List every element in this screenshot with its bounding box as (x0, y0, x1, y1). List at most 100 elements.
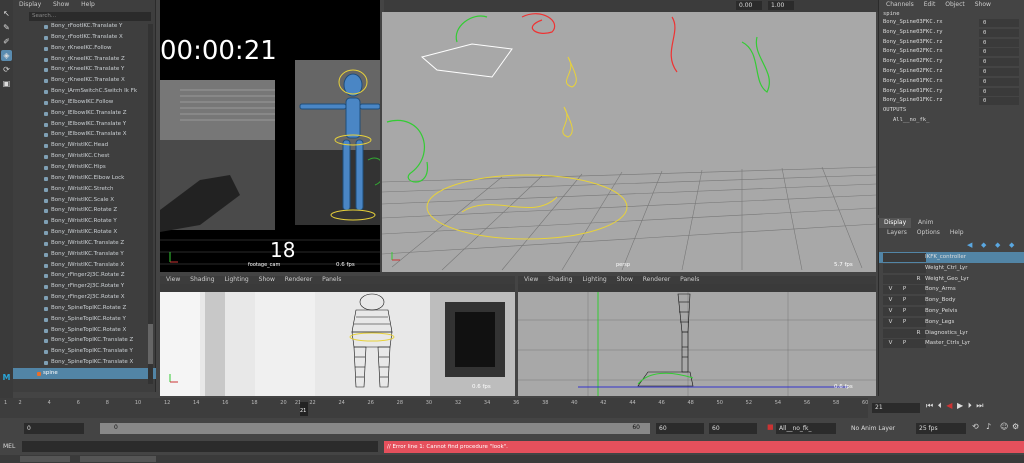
channel-row[interactable]: Bony_Spine02FKC.ry 0 (879, 57, 1024, 67)
outliner-item[interactable]: Bony_lElbowIKC.Translate Z (13, 108, 156, 119)
move-layer-up-icon[interactable]: ◀ (967, 241, 972, 249)
layer-row[interactable]: V P Master_Ctrls_Lyr (879, 338, 1024, 349)
character-icon[interactable]: ☺ (1000, 422, 1008, 431)
outliner-item[interactable]: Bony_SpineTopIKC.Translate Y (13, 346, 156, 357)
layer-p-toggle[interactable] (897, 263, 912, 273)
layer-menu-help[interactable]: Help (950, 229, 964, 236)
channel-value[interactable]: 0 (979, 48, 1019, 57)
outliner-item[interactable]: Bony_lWristIKC.Translate X (13, 260, 156, 271)
channel-value[interactable]: 0 (979, 58, 1019, 67)
channel-row[interactable]: Bony_Spine03FKC.rz 0 (879, 38, 1024, 48)
anim-layer-dropdown[interactable]: No Anim Layer (848, 423, 908, 434)
side-menu-shading[interactable]: Shading (548, 276, 572, 283)
range-slider[interactable]: 0 60 (100, 423, 650, 434)
layer-r-toggle[interactable] (911, 285, 926, 295)
layer-p-toggle[interactable]: P (897, 306, 912, 316)
lasso-tool-icon[interactable]: ✎ (1, 22, 12, 33)
layer-row[interactable]: V P Bony_Legs (879, 317, 1024, 328)
channel-row[interactable]: Bony_Spine03FKC.rx 0 (879, 18, 1024, 28)
layer-v-toggle[interactable]: V (883, 296, 898, 306)
character-set-dropdown[interactable]: All__no_fk_ (776, 423, 836, 434)
go-to-end-icon[interactable]: ⏭ (976, 401, 984, 410)
mel-label[interactable]: MEL (3, 443, 15, 450)
outliner-item[interactable]: Bony_rKneeIKC.Translate Y (13, 64, 156, 75)
outliner-item[interactable]: Bony_SpineTopIKC.Translate X (13, 357, 156, 368)
channel-row[interactable]: Bony_Spine01FKC.rx 0 (879, 77, 1024, 87)
layer-r-toggle[interactable]: R (911, 328, 926, 338)
time-slider[interactable]: 1 2 4 6 8 10 12 14 16 18 20 21 22 24 26 28 30 32 34 36 38 40 4… (0, 398, 868, 418)
taskbar-item[interactable] (20, 456, 70, 462)
outliner-item[interactable]: Bony_rFootIKC.Translate Y (13, 21, 156, 32)
outliner-item[interactable]: Bony_lElbowIKC.Translate X (13, 129, 156, 140)
outliner-item[interactable]: Bony_lWristIKC.Translate Y (13, 249, 156, 260)
exposure-field[interactable]: 0.00 (736, 1, 762, 10)
channel-value[interactable]: 0 (979, 97, 1019, 106)
layer-p-toggle[interactable]: P (897, 296, 912, 306)
outliner-item[interactable]: Bony_lWristIKC.Rotate Z (13, 205, 156, 216)
outliner-item[interactable]: Bony_lWristIKC.Elbow Lock (13, 173, 156, 184)
layer-v-toggle[interactable]: V (883, 339, 898, 349)
sound-icon[interactable]: ♪ (986, 422, 991, 431)
layer-row[interactable]: R Weight_Geo_Lyr (879, 274, 1024, 285)
go-to-start-icon[interactable]: ⏮ (926, 401, 934, 410)
paint-tool-icon[interactable]: ✐ (1, 36, 12, 47)
preferences-icon[interactable]: ⚙ (1012, 422, 1019, 431)
outliner-item[interactable]: Bony_rKneeIKC.Translate Z (13, 54, 156, 65)
outliner-item[interactable]: Bony_lWristIKC.Head (13, 140, 156, 151)
layer-v-toggle[interactable] (883, 253, 898, 262)
range-end-field[interactable]: 60 (709, 423, 757, 434)
layer-v-toggle[interactable]: V (883, 317, 898, 327)
channels-menu-channels[interactable]: Channels (886, 1, 914, 8)
layer-p-toggle[interactable]: P (897, 285, 912, 295)
outliner-item[interactable]: Bony_rFinger2J3C.Rotate X (13, 292, 156, 303)
channel-row[interactable]: Bony_Spine03FKC.ry 0 (879, 28, 1024, 38)
step-back-icon[interactable]: ⏴ (938, 401, 943, 410)
layer-p-toggle[interactable] (897, 274, 912, 284)
outliner-item[interactable]: Bony_SpineTopIKC.Rotate Y (13, 314, 156, 325)
layer-row[interactable]: R Diagnostics_Lyr (879, 328, 1024, 339)
outliner-search-input[interactable]: Search... (29, 12, 151, 21)
channel-row[interactable]: Bony_Spine01FKC.ry 0 (879, 87, 1024, 97)
layer-row[interactable]: V P Bony_Body (879, 295, 1024, 306)
new-layer-icon[interactable]: ◆ (981, 241, 986, 249)
layer-r-toggle[interactable]: R (911, 274, 926, 284)
front-menu-panels[interactable]: Panels (322, 276, 341, 283)
outliner-item[interactable]: Bony_SpineTopIKC.Rotate X (13, 325, 156, 336)
layer-r-toggle[interactable] (911, 339, 926, 349)
channels-menu-object[interactable]: Object (945, 1, 965, 8)
output-item[interactable]: All__no_fk_ (879, 116, 1024, 126)
outliner-menu-show[interactable]: Show (53, 1, 69, 8)
channel-row[interactable]: Bony_Spine02FKC.rz 0 (879, 67, 1024, 77)
channels-menu-show[interactable]: Show (975, 1, 991, 8)
channel-value[interactable]: 0 (979, 19, 1019, 27)
outliner-item[interactable]: Bony_SpineTopIKC.Rotate Z (13, 303, 156, 314)
outliner-item[interactable]: Bony_lWristIKC.Hips (13, 162, 156, 173)
outliner-item[interactable]: Bony_lWristIKC.Scale X (13, 195, 156, 206)
channel-value[interactable]: 0 (979, 28, 1019, 37)
outliner-item[interactable]: Bony_rFinger2J3C.Rotate Y (13, 281, 156, 292)
perspective-viewport[interactable]: persp 5.7 fps (382, 12, 876, 272)
side-menu-renderer[interactable]: Renderer (643, 276, 670, 283)
channel-value[interactable]: 0 (979, 87, 1019, 96)
side-viewport[interactable]: View Shading Lighting Show Renderer Pane… (518, 276, 876, 396)
loop-icon[interactable]: ⟲ (972, 422, 979, 431)
outliner-item[interactable]: Bony_SpineTopIKC.Translate Z (13, 335, 156, 346)
play-forward-icon[interactable]: ▶ (957, 401, 964, 410)
layer-v-toggle[interactable]: V (883, 306, 898, 316)
end-time-field[interactable]: 60 (656, 423, 704, 434)
channel-row[interactable]: Bony_Spine01FKC.rz 0 (879, 96, 1024, 106)
layer-menu-layers[interactable]: Layers (887, 229, 907, 236)
channel-value[interactable]: 0 (979, 67, 1019, 76)
side-menu-panels[interactable]: Panels (680, 276, 699, 283)
select-tool-icon[interactable]: ↖ (1, 8, 12, 19)
channel-value[interactable]: 0 (979, 38, 1019, 47)
outliner-item[interactable]: Bony_rKneeIKC.Translate X (13, 75, 156, 86)
outliner-scrollbar[interactable] (148, 24, 153, 384)
side-menu-show[interactable]: Show (617, 276, 633, 283)
rotate-tool-icon[interactable]: ⟳ (1, 64, 12, 75)
front-menu-view[interactable]: View (166, 276, 180, 283)
layer-v-toggle[interactable]: V (883, 285, 898, 295)
outliner-menu-help[interactable]: Help (81, 1, 95, 8)
layer-r-toggle[interactable] (911, 317, 926, 327)
front-viewport[interactable]: View Shading Lighting Show Renderer Pane… (160, 276, 515, 396)
